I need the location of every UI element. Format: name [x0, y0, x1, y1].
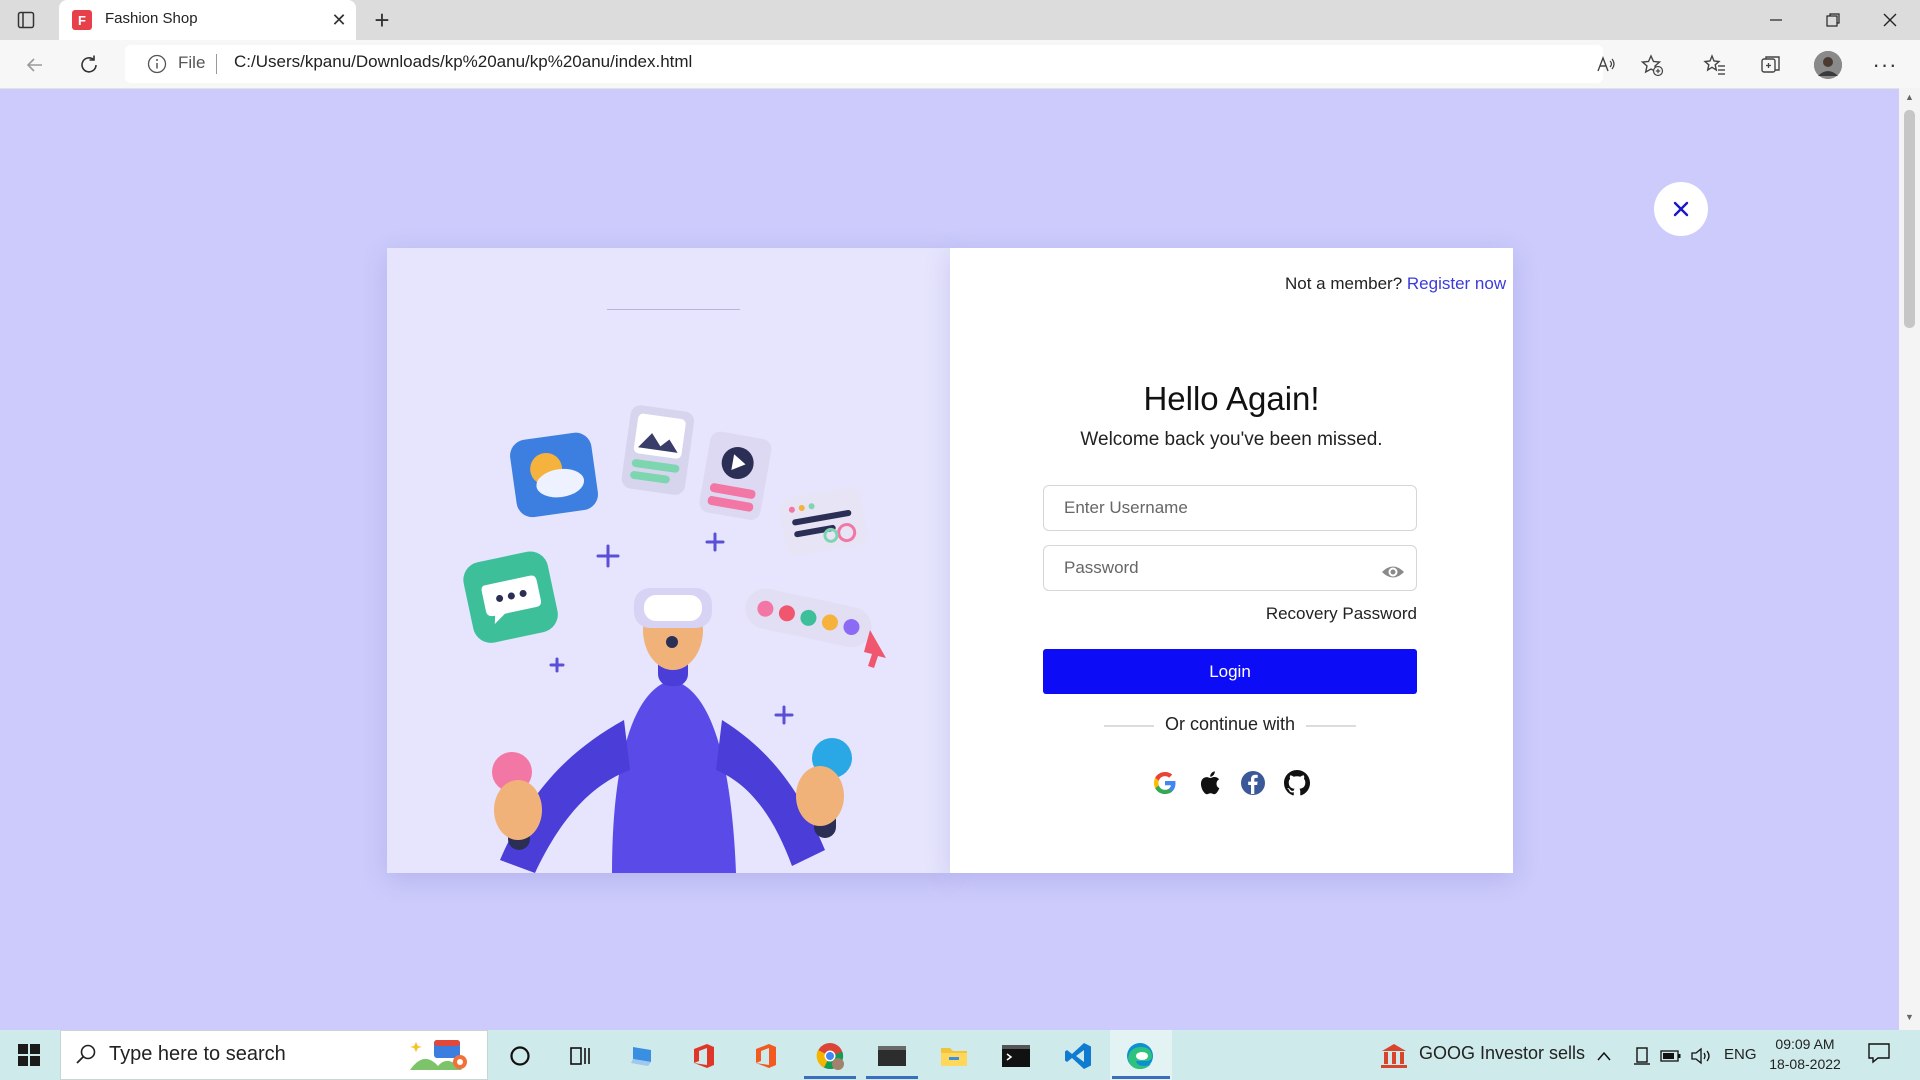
- back-arrow-icon[interactable]: [20, 50, 50, 80]
- address-url[interactable]: C:/Users/kpanu/Downloads/kp%20anu/kp%20a…: [234, 52, 692, 72]
- password-input[interactable]: [1043, 545, 1417, 591]
- clock[interactable]: 09:09 AM 18-08-2022: [1762, 1034, 1848, 1074]
- facebook-icon[interactable]: [1238, 768, 1268, 798]
- profile-avatar[interactable]: [1814, 51, 1842, 79]
- edge-active-indicator: [1112, 1076, 1170, 1079]
- tab-fashion-shop[interactable]: [59, 0, 356, 40]
- refresh-icon[interactable]: [74, 50, 104, 80]
- add-favorite-icon[interactable]: [1638, 51, 1666, 79]
- address-scheme-label: File: [178, 53, 206, 72]
- tab-actions-icon[interactable]: [14, 8, 38, 32]
- window-close-icon[interactable]: [1870, 6, 1910, 34]
- username-input[interactable]: [1043, 485, 1417, 531]
- favorites-icon[interactable]: [1701, 51, 1729, 79]
- input-language[interactable]: ENG: [1724, 1046, 1757, 1063]
- show-hidden-icons-chevron-icon[interactable]: [1592, 1038, 1616, 1074]
- not-member-label: Not a member?: [1285, 274, 1403, 293]
- login-button[interactable]: Login: [1043, 649, 1417, 694]
- vscode-icon[interactable]: [1060, 1038, 1096, 1074]
- task-view-icon[interactable]: [562, 1038, 598, 1074]
- chrome-icon[interactable]: [812, 1038, 848, 1074]
- recovery-password-link[interactable]: Recovery Password: [1100, 604, 1417, 624]
- chrome-active-indicator: [804, 1076, 856, 1079]
- search-highlight-icon: [408, 1036, 472, 1074]
- scroll-down-arrow-icon[interactable]: ▼: [1903, 1012, 1916, 1024]
- register-link[interactable]: Register now: [1407, 274, 1506, 293]
- terminal-icon[interactable]: [998, 1038, 1034, 1074]
- close-icon: [1673, 201, 1689, 217]
- collections-icon[interactable]: [1757, 51, 1785, 79]
- minimize-icon[interactable]: [1756, 6, 1796, 34]
- stock-news-icon[interactable]: [1376, 1038, 1412, 1074]
- google-icon[interactable]: [1150, 768, 1180, 798]
- tab-title: Fashion Shop: [105, 10, 198, 27]
- favicon-icon: F: [72, 10, 92, 30]
- or-continue-text: Or continue with: [1164, 714, 1296, 734]
- windows-start-icon[interactable]: [16, 1042, 42, 1068]
- not-member-text: Not a member? Register now: [1285, 274, 1506, 294]
- search-icon: [74, 1042, 98, 1066]
- scroll-up-arrow-icon[interactable]: ▲: [1903, 92, 1916, 104]
- github-icon[interactable]: [1282, 768, 1312, 798]
- taskbar-search-placeholder: Type here to search: [109, 1043, 286, 1065]
- login-subtitle: Welcome back you've been missed.: [1080, 429, 1383, 450]
- office-icon[interactable]: [686, 1038, 722, 1074]
- app-window-icon[interactable]: [874, 1038, 910, 1074]
- show-password-eye-icon[interactable]: [1380, 562, 1406, 582]
- info-icon[interactable]: [146, 53, 168, 75]
- scroll-thumb[interactable]: [1904, 110, 1915, 328]
- file-explorer-icon[interactable]: [936, 1038, 972, 1074]
- read-aloud-icon[interactable]: [1592, 51, 1620, 79]
- new-tab-icon[interactable]: +: [368, 5, 396, 35]
- login-title: Hello Again!: [1143, 380, 1320, 417]
- edge-icon[interactable]: [1122, 1038, 1158, 1074]
- tab-close-icon[interactable]: ✕: [327, 8, 351, 32]
- address-separator: [216, 54, 217, 74]
- modal-close-button[interactable]: [1654, 182, 1708, 236]
- this-pc-icon[interactable]: [624, 1038, 660, 1074]
- decorative-line: [607, 309, 740, 310]
- clock-date: 18-08-2022: [1769, 1056, 1841, 1072]
- office-app-icon[interactable]: [748, 1038, 784, 1074]
- cortana-icon[interactable]: [502, 1038, 538, 1074]
- stock-news-text[interactable]: GOOG Investor sells: [1419, 1043, 1585, 1064]
- notification-icon[interactable]: [1866, 1040, 1894, 1068]
- restore-icon[interactable]: [1813, 6, 1853, 34]
- volume-icon[interactable]: [1688, 1038, 1714, 1074]
- battery-icon[interactable]: [1658, 1038, 1684, 1074]
- clock-time: 09:09 AM: [1775, 1036, 1835, 1052]
- vr-person-illustration: [463, 405, 886, 873]
- device-icon[interactable]: [1630, 1038, 1654, 1074]
- apple-icon[interactable]: [1194, 768, 1224, 798]
- app-active-indicator: [866, 1076, 918, 1079]
- more-options-icon[interactable]: ···: [1870, 51, 1900, 79]
